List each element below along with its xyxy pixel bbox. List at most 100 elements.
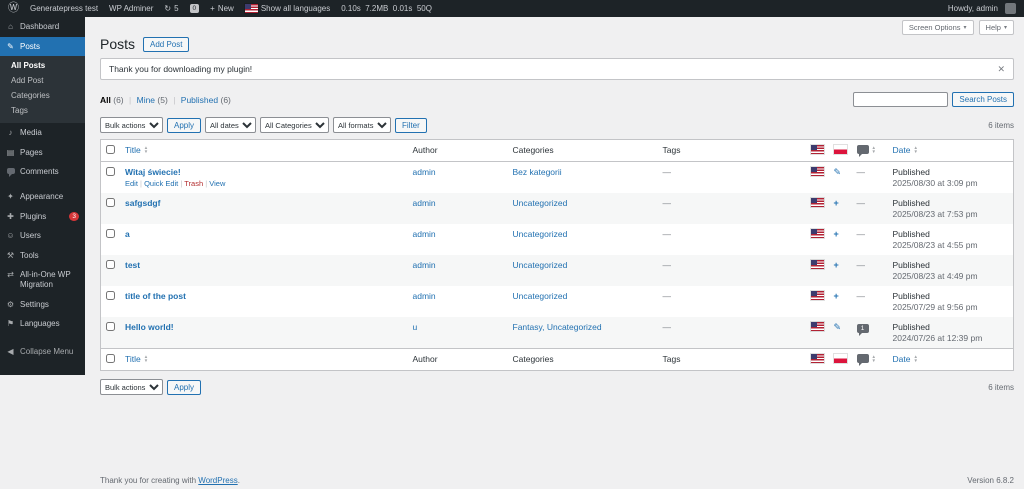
flag-us-icon (809, 290, 825, 301)
view-link[interactable]: View (209, 179, 225, 188)
view-all-link[interactable]: All (6) (100, 95, 124, 105)
category-link[interactable]: Uncategorized (513, 291, 568, 301)
view-mine-link[interactable]: Mine (5) (137, 95, 168, 105)
admin-sidebar: ⌂ Dashboard ✎ Posts All Posts Add Post C… (0, 17, 85, 375)
search-input[interactable] (853, 92, 949, 107)
dashboard-icon: ⌂ (8, 22, 13, 31)
sort-by-date[interactable]: Date (893, 145, 918, 155)
sort-icon (872, 146, 876, 153)
apply-button[interactable]: Apply (167, 117, 202, 133)
site-name-menu[interactable]: Generatepress test (30, 4, 98, 13)
post-title-link[interactable]: safgsdgf (125, 198, 160, 208)
comments-menu[interactable]: 0 (189, 4, 200, 13)
category-link[interactable]: Uncategorized (513, 229, 568, 239)
edit-translation-icon[interactable]: ✎ (834, 167, 842, 177)
row-checkbox[interactable] (106, 229, 115, 238)
wp-adminer-menu[interactable]: WP Adminer (109, 4, 153, 13)
comment-count-bubble[interactable]: 1 (856, 324, 869, 336)
post-title-link[interactable]: test (125, 260, 140, 270)
sidebar-item-pages[interactable]: ▤ Pages (0, 143, 85, 163)
author-link[interactable]: admin (413, 229, 436, 239)
wordpress-logo-icon[interactable]: Ⓦ (8, 3, 19, 14)
show-all-languages-menu[interactable]: Show all languages (243, 3, 330, 14)
sort-by-title[interactable]: Title (125, 354, 148, 364)
dates-filter-select[interactable]: All dates (205, 117, 257, 133)
sidebar-item-posts[interactable]: ✎ Posts (0, 36, 85, 57)
category-link[interactable]: Uncategorized (513, 198, 568, 208)
sidebar-item-label: Settings (20, 299, 49, 309)
appearance-icon: ✦ (7, 191, 14, 201)
row-checkbox[interactable] (106, 322, 115, 331)
post-title-link[interactable]: Witaj świecie! (125, 167, 181, 177)
sidebar-item-appearance[interactable]: ✦ Appearance (0, 187, 85, 207)
edit-translation-icon[interactable]: ✎ (834, 322, 842, 332)
submenu-add-post[interactable]: Add Post (0, 73, 85, 88)
quick-edit-link[interactable]: Quick Edit (144, 179, 178, 188)
migration-icon: ⇄ (7, 270, 14, 280)
add-translation-icon[interactable]: + (834, 229, 839, 239)
tags-value: — (662, 198, 672, 208)
author-link[interactable]: admin (413, 167, 436, 177)
sidebar-item-dashboard[interactable]: ⌂ Dashboard (0, 17, 85, 37)
author-link[interactable]: admin (413, 291, 436, 301)
submenu-tags[interactable]: Tags (0, 103, 85, 118)
sidebar-item-tools[interactable]: ⚒ Tools (0, 246, 85, 266)
bulk-actions-select[interactable]: Bulk actions (100, 117, 163, 133)
collapse-menu-button[interactable]: ◀ Collapse Menu (0, 342, 85, 362)
screen-options-button[interactable]: Screen Options ▾ (901, 20, 974, 35)
help-button[interactable]: Help ▾ (978, 20, 1014, 35)
sidebar-item-label: Tools (20, 250, 39, 260)
dismiss-notice-button[interactable]: ✕ (997, 64, 1005, 74)
updates-menu[interactable]: ↻ 5 (164, 4, 178, 13)
author-link[interactable]: admin (413, 260, 436, 270)
row-checkbox[interactable] (106, 260, 115, 269)
apply-button-bottom[interactable]: Apply (167, 379, 202, 395)
post-title-link[interactable]: Hello world! (125, 322, 174, 332)
author-link[interactable]: admin (413, 198, 436, 208)
add-post-button[interactable]: Add Post (143, 36, 190, 52)
post-title-link[interactable]: title of the post (125, 291, 186, 301)
sidebar-item-media[interactable]: ♪ Media (0, 123, 85, 143)
add-translation-icon[interactable]: + (834, 260, 839, 270)
sort-by-date[interactable]: Date (893, 354, 918, 364)
submenu-all-posts[interactable]: All Posts (0, 58, 85, 73)
new-content-menu[interactable]: + New (210, 4, 234, 13)
sidebar-item-wp-migration[interactable]: ⇄ All-in-One WP Migration (0, 265, 85, 294)
comments-value: — (856, 229, 866, 239)
bulk-actions-select-bottom[interactable]: Bulk actions (100, 379, 163, 395)
add-translation-icon[interactable]: + (834, 291, 839, 301)
row-checkbox[interactable] (106, 167, 115, 176)
category-link[interactable]: Uncategorized (513, 260, 568, 270)
plugins-update-badge: 3 (69, 211, 79, 221)
sort-by-title[interactable]: Title (125, 145, 148, 155)
updates-count: 5 (174, 4, 179, 13)
formats-filter-select[interactable]: All formats (333, 117, 392, 133)
row-checkbox[interactable] (106, 198, 115, 207)
sort-by-comments[interactable] (856, 145, 876, 157)
search-posts-button[interactable]: Search Posts (952, 92, 1014, 107)
wordpress-link[interactable]: WordPress (198, 476, 237, 485)
sidebar-item-plugins[interactable]: ✚ Plugins 3 (0, 207, 85, 227)
row-checkbox[interactable] (106, 291, 115, 300)
sidebar-item-users[interactable]: ☺ Users (0, 226, 85, 246)
sidebar-item-settings[interactable]: ⚙ Settings (0, 295, 85, 315)
add-translation-icon[interactable]: + (834, 198, 839, 208)
sidebar-item-comments[interactable]: Comments (0, 162, 85, 182)
category-link[interactable]: Fantasy, Uncategorized (513, 322, 602, 332)
howdy-account-menu[interactable]: Howdy, admin (948, 3, 1016, 14)
view-published-link[interactable]: Published (6) (181, 95, 231, 105)
post-title-link[interactable]: a (125, 229, 130, 239)
sidebar-item-languages[interactable]: ⚑ Languages (0, 314, 85, 334)
trash-link[interactable]: Trash (184, 179, 203, 188)
performance-stats[interactable]: 0.10s 7.2MB 0.01s 50Q (341, 4, 432, 13)
sort-by-comments[interactable] (856, 354, 876, 366)
author-link[interactable]: u (413, 322, 418, 332)
edit-link[interactable]: Edit (125, 179, 138, 188)
categories-filter-select[interactable]: All Categories (260, 117, 330, 133)
select-all-checkbox[interactable] (106, 145, 115, 154)
category-link[interactable]: Bez kategorii (513, 167, 562, 177)
footer-version: Version 6.8.2 (967, 476, 1014, 485)
submenu-categories[interactable]: Categories (0, 88, 85, 103)
select-all-checkbox[interactable] (106, 354, 115, 363)
filter-button[interactable]: Filter (395, 117, 427, 133)
